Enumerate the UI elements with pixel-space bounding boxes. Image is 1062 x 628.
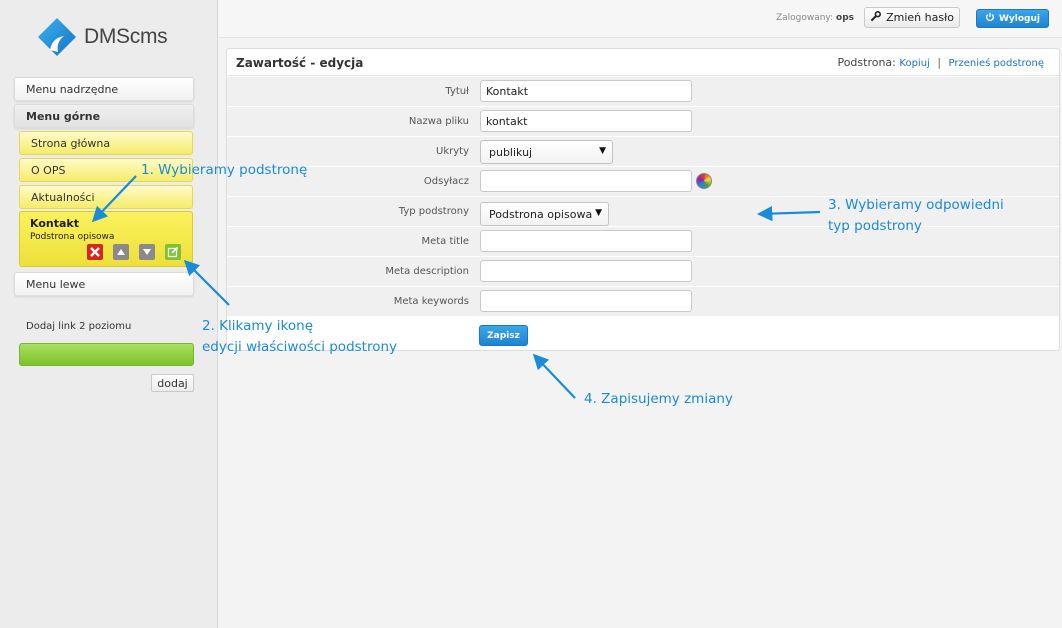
annotation-step3: 3. Wybieramy odpowiedni typ podstrony <box>828 195 1004 237</box>
sidebar-item-label: Strona główna <box>31 137 111 150</box>
copy-link[interactable]: Kopiuj <box>899 58 929 69</box>
arrow-step4 <box>532 353 576 399</box>
annotation-step2: 2. Klikamy ikonę edycji właściwości pods… <box>202 316 397 358</box>
wrench-icon <box>870 10 882 25</box>
sidebar-item-strona-glowna[interactable]: Strona główna <box>19 131 193 155</box>
menu-parent-label: Menu nadrzędne <box>26 83 119 96</box>
annotation-step1: 1. Wybieramy podstronę <box>141 162 308 178</box>
annotation-step2-line1: 2. Klikamy ikonę <box>202 318 314 334</box>
form-row-redirect: Odsyłacz <box>227 167 1059 197</box>
menu-left-label: Menu lewe <box>26 278 86 291</box>
top-bar: Zalogowany: ops Zmień hasło Wyloguj <box>219 0 1062 38</box>
logo: DMScms <box>36 16 168 58</box>
panel-header: Zawartość - edycja Podstrona: Kopiuj | P… <box>227 49 1059 76</box>
type-label: Typ podstrony <box>398 206 469 217</box>
chevron-down-icon: ▼ <box>599 146 606 156</box>
move-down-icon[interactable] <box>139 244 155 260</box>
sidebar-item-aktualnosci[interactable]: Aktualności <box>19 185 193 209</box>
menu-left-item[interactable]: Menu lewe <box>14 272 194 296</box>
move-subpage-link[interactable]: Przenieś podstronę <box>949 58 1044 69</box>
sidebar-item-label: O OPS <box>31 164 66 177</box>
meta-title-label: Meta title <box>421 236 469 247</box>
hidden-select[interactable]: publikuj ▼ <box>480 140 613 164</box>
active-item-subtitle: Podstrona opisowa <box>30 232 115 242</box>
subpage-actions: Podstrona: Kopiuj | Przenieś podstronę <box>837 56 1044 69</box>
logged-user: ops <box>836 13 854 23</box>
add-link-label: Dodaj link 2 poziomu <box>26 321 132 332</box>
meta-description-label: Meta description <box>385 266 469 277</box>
menu-top-item[interactable]: Menu górne <box>14 104 194 128</box>
form-row-filename: Nazwa pliku kontakt <box>227 107 1059 137</box>
move-up-icon[interactable] <box>113 244 129 260</box>
dmscms-logo-icon <box>36 16 78 58</box>
panel-title: Zawartość - edycja <box>236 56 364 70</box>
page-type-value: Podstrona opisowa <box>489 208 593 221</box>
edit-properties-icon[interactable] <box>165 244 181 260</box>
redirect-input[interactable] <box>480 170 692 192</box>
annotation-step3-line2: typ podstrony <box>828 218 922 234</box>
logged-label: Zalogowany: <box>775 13 834 23</box>
page-type-select[interactable]: Podstrona opisowa ▼ <box>480 202 609 226</box>
meta-keywords-input[interactable] <box>480 290 692 312</box>
chevron-down-icon: ▼ <box>595 208 602 218</box>
add-button[interactable]: dodaj <box>151 374 194 392</box>
meta-title-input[interactable] <box>480 230 692 252</box>
logout-label: Wyloguj <box>999 13 1040 24</box>
redirect-label: Odsyłacz <box>423 176 469 187</box>
form-row-meta-keywords: Meta keywords <box>227 287 1059 317</box>
add-link-input[interactable] <box>19 343 194 366</box>
logo-text: DMScms <box>84 25 168 48</box>
subpage-label: Podstrona: <box>837 56 896 69</box>
change-password-button[interactable]: Zmień hasło <box>864 7 960 28</box>
form-row-title: Tytuł Kontakt <box>227 77 1059 107</box>
hidden-label: Ukryty <box>436 146 469 157</box>
hidden-select-value: publikuj <box>489 146 533 159</box>
sidebar: DMScms Menu nadrzędne Menu górne Strona … <box>0 0 218 628</box>
delete-icon[interactable] <box>87 244 103 260</box>
menu-top-label: Menu górne <box>26 110 101 123</box>
title-label: Tytuł <box>445 86 469 97</box>
link-separator: | <box>937 56 942 69</box>
link-picker-icon[interactable] <box>696 173 712 189</box>
sidebar-item-kontakt[interactable]: Kontakt Podstrona opisowa <box>19 211 193 267</box>
active-item-title: Kontakt <box>30 217 79 230</box>
form-row-hidden: Ukryty publikuj ▼ <box>227 137 1059 167</box>
filename-input[interactable]: kontakt <box>480 110 692 132</box>
title-input[interactable]: Kontakt <box>480 80 692 102</box>
sidebar-item-label: Aktualności <box>31 191 95 204</box>
annotation-step2-line2: edycji właściwości podstrony <box>202 339 398 355</box>
logout-button[interactable]: Wyloguj <box>976 9 1049 28</box>
form-row-meta-description: Meta description <box>227 257 1059 287</box>
meta-keywords-label: Meta keywords <box>393 296 469 307</box>
power-icon <box>985 12 995 25</box>
meta-description-input[interactable] <box>480 260 692 282</box>
annotation-step3-line1: 3. Wybieramy odpowiedni <box>828 197 1004 213</box>
save-button[interactable]: Zapisz <box>479 325 528 346</box>
annotation-step4: 4. Zapisujemy zmiany <box>584 391 733 407</box>
filename-label: Nazwa pliku <box>408 116 469 127</box>
logged-in-status: Zalogowany: ops <box>776 13 854 23</box>
menu-parent-item[interactable]: Menu nadrzędne <box>14 77 194 101</box>
change-password-label: Zmień hasło <box>886 11 954 24</box>
